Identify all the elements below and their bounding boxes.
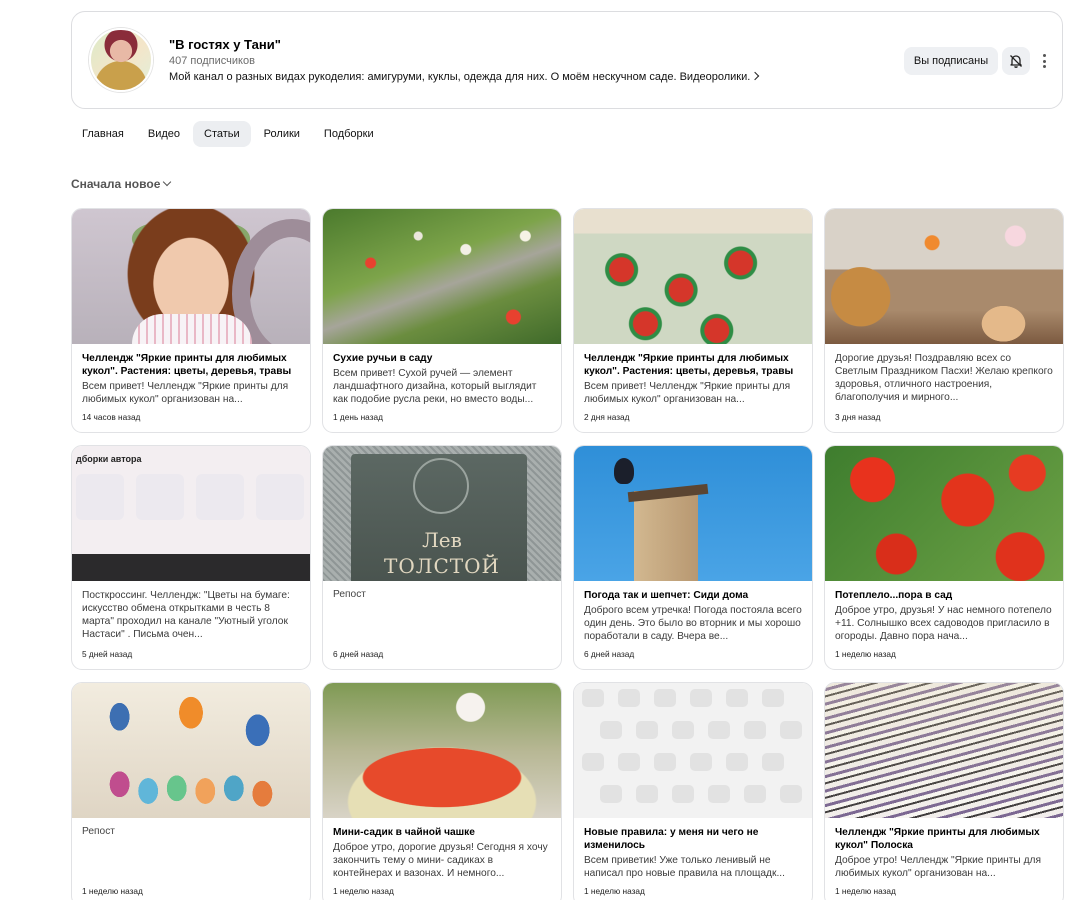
tab-shorts[interactable]: Ролики: [253, 121, 311, 147]
bell-off-icon: [1010, 55, 1022, 68]
tab-home[interactable]: Главная: [71, 121, 135, 147]
article-thumbnail: дборки автора: [72, 446, 310, 581]
article-card[interactable]: Челлендж "Яркие принты для любимых кукол…: [71, 208, 311, 433]
repost-label: Репост: [82, 826, 115, 837]
article-excerpt: Всем привет! Сухой ручей — элемент ландш…: [333, 368, 537, 405]
article-excerpt: Всем привет! Челлендж "Яркие принты для …: [584, 381, 791, 405]
channel-header: "В гостях у Тани" 407 подписчиков Мой ка…: [71, 11, 1063, 109]
chevron-right-icon: [751, 71, 760, 81]
article-thumbnail: [825, 446, 1063, 581]
article-title: Челлендж "Яркие принты для любимых кукол…: [835, 827, 1040, 851]
article-title: Челлендж "Яркие принты для любимых кукол…: [82, 353, 292, 377]
article-title: Новые правила: у меня ни чего не изменил…: [584, 827, 759, 851]
article-date: 6 дней назад: [584, 649, 635, 659]
article-date: 1 неделю назад: [333, 886, 394, 896]
article-card[interactable]: Мини-садик в чайной чашке Доброе утро, д…: [322, 682, 562, 900]
article-date: 3 дня назад: [835, 412, 881, 422]
tab-collections[interactable]: Подборки: [313, 121, 385, 147]
article-excerpt: Посткроссинг. Челлендж: "Цветы на бумаге…: [82, 590, 290, 640]
article-card[interactable]: Потеплело...пора в сад Доброе утро, друз…: [824, 445, 1064, 670]
sort-dropdown[interactable]: Сначала новое: [71, 177, 172, 191]
article-excerpt: Доброе утро! Челлендж "Яркие принты для …: [835, 855, 1041, 879]
article-thumbnail: [574, 209, 812, 344]
tab-video[interactable]: Видео: [137, 121, 191, 147]
article-date: 2 дня назад: [584, 412, 630, 422]
notifications-button[interactable]: [1002, 47, 1030, 75]
article-date: 1 неделю назад: [835, 886, 896, 896]
article-thumbnail: [574, 446, 812, 581]
article-title: Потеплело...пора в сад: [835, 590, 953, 601]
channel-title[interactable]: "В гостях у Тани": [169, 37, 281, 52]
article-excerpt: Доброе утро, дорогие друзья! Сегодня я х…: [333, 842, 548, 879]
article-date: 14 часов назад: [82, 412, 141, 422]
article-card[interactable]: Репост 1 неделю назад: [71, 682, 311, 900]
article-thumbnail: [574, 683, 812, 818]
article-date: 1 день назад: [333, 412, 383, 422]
article-excerpt: Доброе утро, друзья! У нас немного потеп…: [835, 605, 1052, 642]
article-title: Сухие ручьи в саду: [333, 353, 433, 364]
article-date: 6 дней назад: [333, 649, 384, 659]
article-card[interactable]: Новые правила: у меня ни чего не изменил…: [573, 682, 813, 900]
article-date: 5 дней назад: [82, 649, 133, 659]
articles-grid: Челлендж "Яркие принты для любимых кукол…: [71, 208, 1064, 900]
article-excerpt: Всем приветик! Уже только ленивый не нап…: [584, 855, 785, 879]
channel-avatar[interactable]: [89, 28, 153, 92]
thumbnail-caption: дборки автора: [76, 454, 142, 464]
article-card[interactable]: Лев ТОЛСТОЙ Репост 6 дней назад: [322, 445, 562, 670]
book-cover-text: Лев: [422, 528, 462, 552]
more-vertical-icon[interactable]: [1036, 50, 1052, 72]
article-date: 1 неделю назад: [584, 886, 645, 896]
article-card[interactable]: Дорогие друзья! Поздравляю всех со Светл…: [824, 208, 1064, 433]
sort-label: Сначала новое: [71, 177, 161, 191]
book-cover-text: ТОЛСТОЙ: [384, 554, 500, 578]
tab-articles[interactable]: Статьи: [193, 121, 251, 147]
article-excerpt: Дорогие друзья! Поздравляю всех со Светл…: [835, 353, 1053, 403]
article-card[interactable]: Челлендж "Яркие принты для любимых кукол…: [824, 682, 1064, 900]
channel-subscribers: 407 подписчиков: [169, 55, 255, 67]
article-date: 1 неделю назад: [835, 649, 896, 659]
article-card[interactable]: Погода так и шепчет: Сиди дома Доброго в…: [573, 445, 813, 670]
article-thumbnail: Лев ТОЛСТОЙ: [323, 446, 561, 581]
article-title: Мини-садик в чайной чашке: [333, 827, 475, 838]
article-thumbnail: [825, 209, 1063, 344]
article-title: Погода так и шепчет: Сиди дома: [584, 590, 749, 601]
channel-tabs: Главная Видео Статьи Ролики Подборки: [71, 121, 387, 147]
article-thumbnail: [323, 209, 561, 344]
channel-description[interactable]: Мой канал о разных видах рукоделия: амиг…: [169, 71, 760, 83]
channel-description-text: Мой канал о разных видах рукоделия: амиг…: [169, 71, 751, 83]
chevron-down-icon: [163, 177, 172, 187]
article-card[interactable]: дборки автора Посткроссинг. Челлендж: "Ц…: [71, 445, 311, 670]
article-date: 1 неделю назад: [82, 886, 143, 896]
article-excerpt: Всем привет! Челлендж "Яркие принты для …: [82, 381, 289, 405]
article-card[interactable]: Сухие ручьи в саду Всем привет! Сухой ру…: [322, 208, 562, 433]
article-card[interactable]: Челлендж "Яркие принты для любимых кукол…: [573, 208, 813, 433]
article-thumbnail: [323, 683, 561, 818]
article-thumbnail: [825, 683, 1063, 818]
article-thumbnail: [72, 683, 310, 818]
article-title: Челлендж "Яркие принты для любимых кукол…: [584, 353, 794, 377]
article-thumbnail: [72, 209, 310, 344]
article-excerpt: Доброго всем утречка! Погода постояла вс…: [584, 605, 802, 642]
subscribe-button[interactable]: Вы подписаны: [904, 47, 998, 75]
repost-label: Репост: [333, 589, 366, 600]
